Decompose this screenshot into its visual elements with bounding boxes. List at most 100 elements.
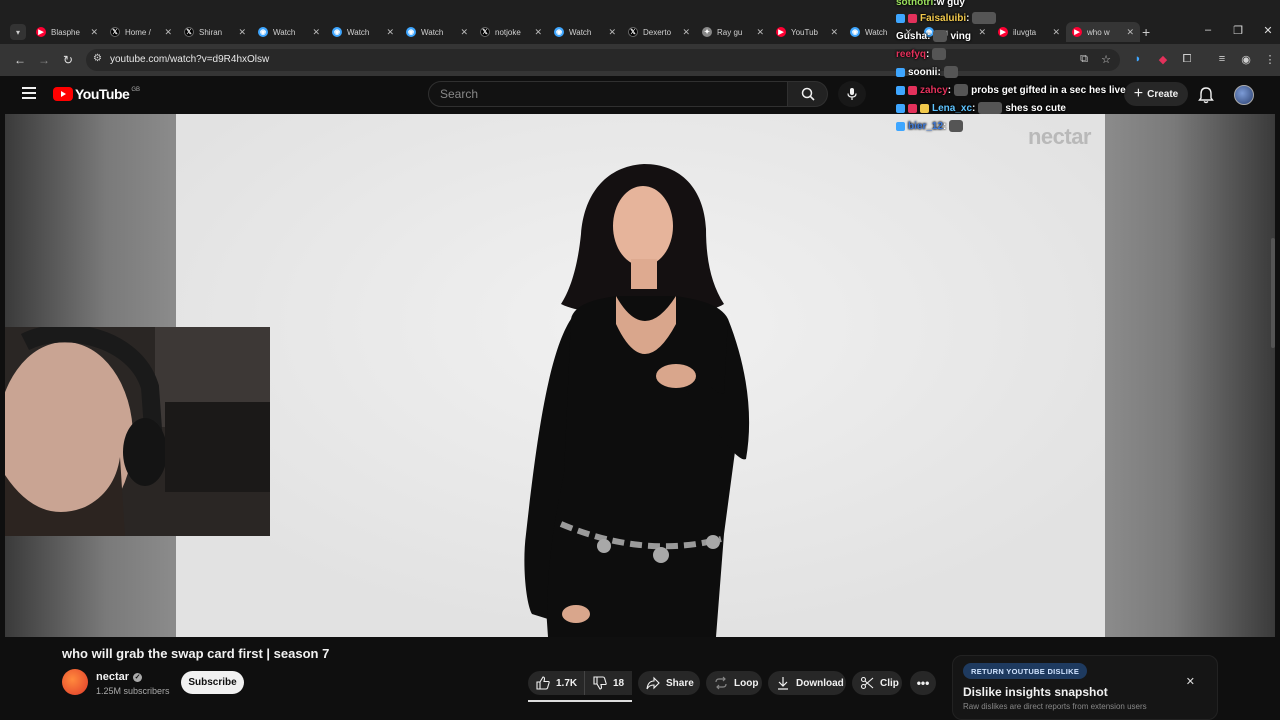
- browser-menu-icon[interactable]: ⋮: [1262, 53, 1278, 66]
- chat-text: w guy: [936, 0, 965, 8]
- share-button[interactable]: Share: [638, 671, 700, 695]
- new-tab-plus-icon[interactable]: +: [1142, 24, 1150, 40]
- browser-tab[interactable]: ◉ Watch ✕: [548, 22, 622, 42]
- chat-badge-icon: [896, 121, 905, 131]
- reload-icon[interactable]: ↻: [60, 53, 76, 67]
- extension-icon[interactable]: ◆: [1155, 53, 1171, 66]
- tab-close-icon[interactable]: ✕: [534, 27, 542, 38]
- address-url[interactable]: youtube.com/watch?v=d9R4hxOlsw: [110, 54, 269, 65]
- tab-close-icon[interactable]: ✕: [756, 27, 764, 38]
- browser-tab[interactable]: 𝕏 Dexerto ✕: [622, 22, 696, 42]
- chat-badge-icon: [896, 13, 905, 23]
- search-button[interactable]: [788, 81, 828, 107]
- account-avatar[interactable]: [1234, 85, 1254, 105]
- notifications-button[interactable]: [1196, 85, 1216, 105]
- youtube-logo[interactable]: YouTube GB: [53, 86, 140, 102]
- youtube-logo-text: YouTube: [75, 86, 130, 102]
- page-scrollbar-thumb[interactable]: [1271, 238, 1275, 348]
- minimize-icon[interactable]: –: [1198, 24, 1218, 36]
- browser-tab[interactable]: ▶ Blasphe ✕: [30, 22, 104, 42]
- forward-arrow-icon[interactable]: →: [36, 53, 52, 67]
- clip-button[interactable]: Clip: [852, 671, 902, 695]
- tab-close-icon[interactable]: ✕: [460, 27, 468, 38]
- tab-title: Home /: [125, 27, 151, 37]
- address-bar[interactable]: ⚙ youtube.com/watch?v=d9R4hxOlsw: [86, 49, 1120, 71]
- create-button[interactable]: + Create: [1124, 82, 1188, 106]
- tab-close-icon[interactable]: ✕: [830, 27, 838, 38]
- voice-search-button[interactable]: [838, 81, 866, 107]
- browser-tab[interactable]: ◉ Watch ✕: [326, 22, 400, 42]
- tab-close-icon[interactable]: ✕: [1126, 27, 1134, 38]
- tab-close-icon[interactable]: ✕: [90, 27, 98, 38]
- video-title: who will grab the swap card first | seas…: [62, 646, 330, 661]
- panel-close-icon[interactable]: ✕: [1186, 675, 1195, 688]
- tab-close-icon[interactable]: ✕: [608, 27, 616, 38]
- tab-close-icon[interactable]: ✕: [978, 27, 986, 38]
- tab-title: Ray gu: [717, 27, 743, 37]
- tab-close-icon[interactable]: ✕: [1052, 27, 1060, 38]
- video-frame[interactable]: nectar: [176, 114, 1105, 637]
- install-app-icon[interactable]: ⧉: [1076, 53, 1092, 66]
- browser-tab[interactable]: ✦ Ray gu ✕: [696, 22, 770, 42]
- loop-button[interactable]: Loop: [706, 671, 762, 695]
- search-box[interactable]: [428, 81, 788, 107]
- back-arrow-icon[interactable]: ←: [12, 53, 28, 67]
- tab-close-icon[interactable]: ✕: [682, 27, 690, 38]
- profile-icon[interactable]: ◉: [1238, 53, 1254, 66]
- x-favicon-icon: 𝕏: [480, 27, 490, 37]
- extension-icon[interactable]: ◗: [1130, 53, 1146, 65]
- browser-tab[interactable]: 𝕏notjoke ✕: [474, 22, 548, 42]
- tab-title: Watch: [421, 27, 444, 37]
- restore-icon[interactable]: ❐: [1228, 24, 1248, 37]
- bell-icon: [1198, 87, 1214, 104]
- streamer-figure: [5, 327, 270, 536]
- chat-emote-icon: [954, 84, 969, 96]
- window-close-icon[interactable]: ✕: [1258, 24, 1278, 37]
- tab-close-icon[interactable]: ✕: [238, 27, 246, 38]
- watch-favicon-icon: ◉: [554, 27, 564, 37]
- like-ratio-bar: [528, 700, 632, 702]
- chat-message: Gusha : ving: [896, 28, 971, 44]
- thumbs-up-icon: [536, 676, 550, 690]
- chat-username: zahcy: [920, 84, 948, 96]
- channel-name-link[interactable]: nectar ✓: [96, 671, 143, 683]
- video-player[interactable]: nectar: [5, 114, 1275, 637]
- tab-title: Dexerto: [643, 27, 672, 37]
- browser-tab[interactable]: ▶ who w ✕: [1066, 22, 1140, 42]
- tab-close-icon[interactable]: ✕: [312, 27, 320, 38]
- x-favicon-icon: 𝕏: [184, 27, 194, 37]
- tab-close-icon[interactable]: ✕: [386, 27, 394, 38]
- download-label: Download: [796, 677, 844, 689]
- channel-name[interactable]: nectar: [96, 671, 129, 683]
- chat-badge-icon: [920, 103, 929, 113]
- tab-search-chevron-icon[interactable]: ▾: [10, 24, 26, 40]
- dislike-button[interactable]: 18: [584, 671, 632, 695]
- chat-separator: :: [926, 48, 930, 60]
- tab-title: Watch: [273, 27, 296, 37]
- bookmark-star-icon[interactable]: ☆: [1098, 53, 1114, 66]
- chat-message: reefyq :: [896, 46, 949, 62]
- extensions-puzzle-icon[interactable]: ⧠: [1179, 53, 1195, 66]
- chat-text: ving: [950, 30, 972, 42]
- loop-label: Loop: [734, 677, 759, 689]
- streamer-webcam-overlay: [5, 327, 270, 536]
- chat-badge-icon: [908, 85, 917, 95]
- site-info-icon[interactable]: ⚙: [93, 53, 102, 64]
- tab-title: Watch: [347, 27, 370, 37]
- more-actions-button[interactable]: •••: [910, 671, 936, 695]
- browser-tab[interactable]: ◉ Watch ✕: [400, 22, 474, 42]
- browser-tab[interactable]: ▶ iluvgta ✕: [992, 22, 1066, 42]
- browser-tab[interactable]: 𝕏 Home / ✕: [104, 22, 178, 42]
- tab-close-icon[interactable]: ✕: [164, 27, 172, 38]
- browser-tab[interactable]: 𝕏 Shiran ✕: [178, 22, 252, 42]
- download-button[interactable]: Download: [768, 671, 846, 695]
- browser-tab[interactable]: ◉ Watch ✕: [252, 22, 326, 42]
- media-control-icon[interactable]: ≡: [1214, 53, 1230, 65]
- subscribe-button[interactable]: Subscribe: [181, 671, 244, 694]
- watch-favicon-icon: ◉: [850, 27, 860, 37]
- guide-menu-icon[interactable]: [22, 87, 36, 99]
- channel-avatar[interactable]: [62, 669, 88, 695]
- browser-tab[interactable]: ▶ YouTub ✕: [770, 22, 844, 42]
- clip-label: Clip: [880, 677, 899, 689]
- search-input[interactable]: [440, 87, 770, 101]
